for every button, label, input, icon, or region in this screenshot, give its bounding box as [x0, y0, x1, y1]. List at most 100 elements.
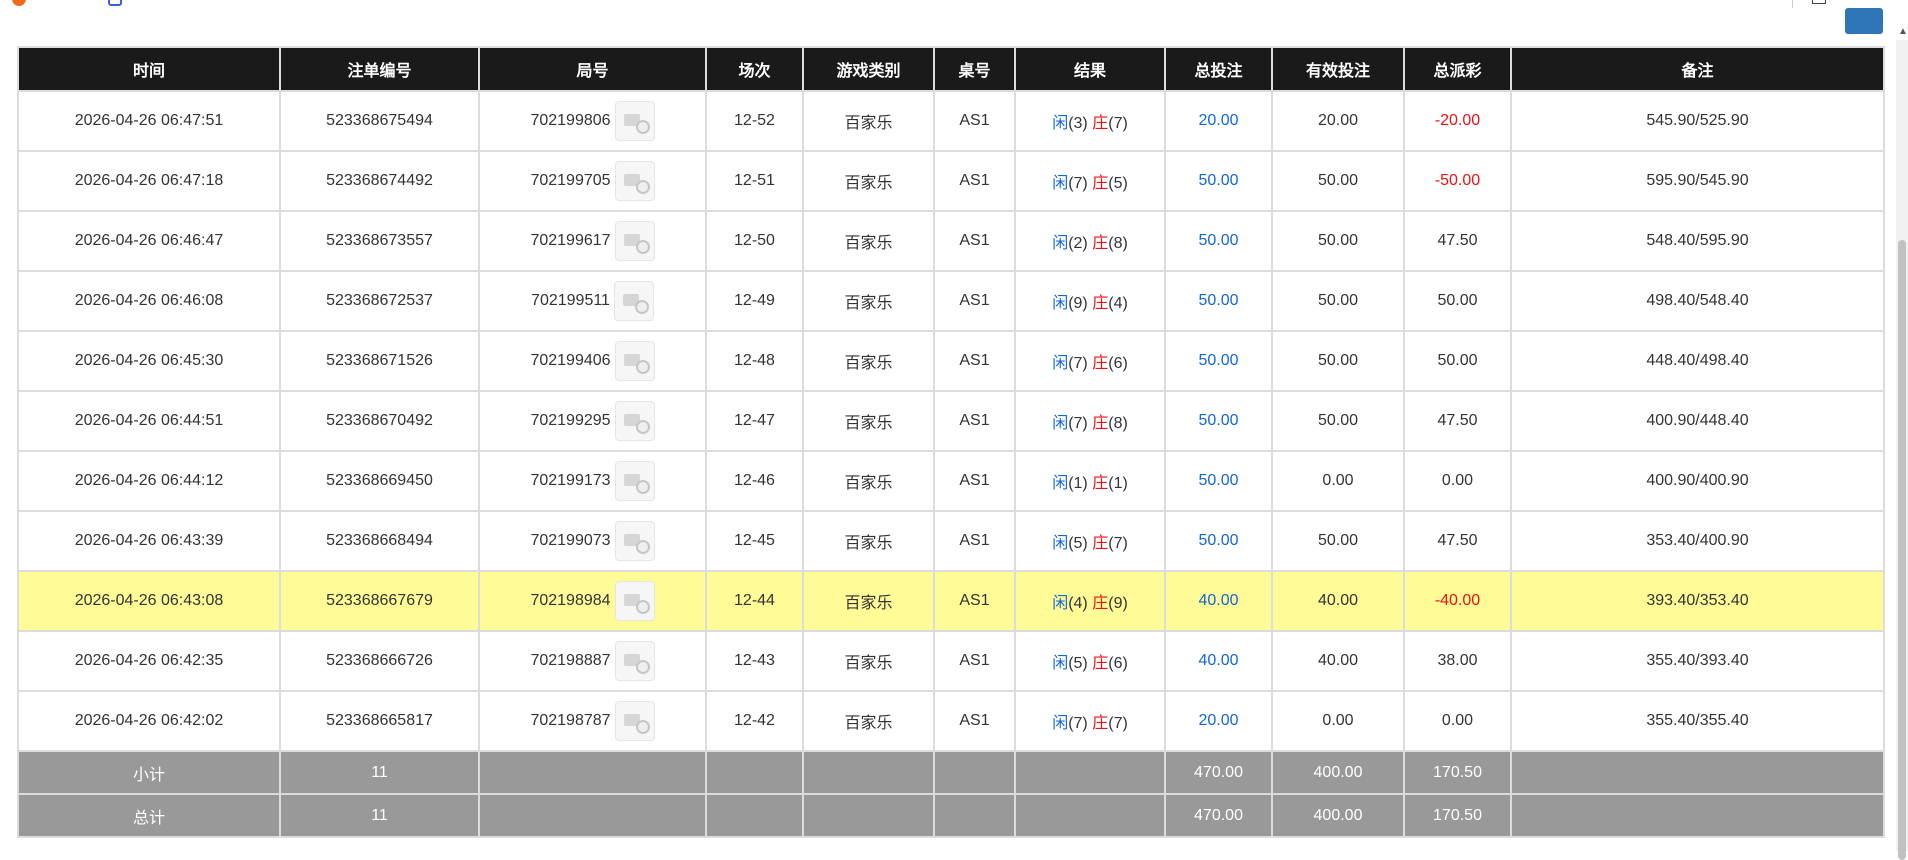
video-replay-icon[interactable]	[614, 101, 655, 141]
subtotal-payout: 170.50	[1403, 750, 1512, 795]
scroll-up-icon[interactable]: ▲	[1898, 26, 1908, 37]
col-header-bet-id: 注单编号	[279, 46, 480, 92]
cell-result: 闲(4) 庄(9)	[1014, 570, 1166, 632]
banker-label: 庄	[1092, 235, 1109, 252]
total-label: 总计	[17, 793, 281, 838]
video-replay-icon[interactable]	[614, 341, 655, 381]
banker-score: (1)	[1108, 475, 1128, 492]
bookmark-item[interactable]	[12, 0, 26, 6]
cell-game-type: 百家乐	[802, 450, 935, 512]
cell-game-type: 百家乐	[802, 390, 935, 452]
col-header-note: 备注	[1510, 46, 1885, 92]
baidu-favicon-icon	[108, 0, 122, 6]
cell-bet-id: 523368675494	[279, 90, 480, 152]
col-header-total-bet: 总投注	[1164, 46, 1273, 92]
col-header-time: 时间	[17, 46, 281, 92]
cell-bet-id: 523368667679	[279, 570, 480, 632]
cell-session: 12-50	[705, 210, 804, 272]
cell-table-no: AS1	[933, 270, 1016, 332]
total-total-bet: 470.00	[1164, 793, 1273, 838]
cell-bet-id: 523368672537	[279, 270, 480, 332]
video-replay-icon[interactable]	[614, 641, 655, 681]
player-label: 闲	[1052, 715, 1069, 732]
table-row[interactable]: 2026-04-26 06:42:02 523368665817 702198787…	[17, 690, 1885, 752]
video-replay-icon[interactable]	[614, 161, 655, 201]
video-replay-icon[interactable]	[614, 521, 655, 561]
player-label: 闲	[1052, 355, 1069, 372]
table-row[interactable]: 2026-04-26 06:42:35 523368666726 702198887…	[17, 630, 1885, 692]
subtotal-label: 小计	[17, 750, 281, 795]
table-row[interactable]: 2026-04-26 06:47:18 523368674492 702199705…	[17, 150, 1885, 212]
player-score: (2)	[1068, 235, 1088, 252]
round-no-text: 702199406	[530, 352, 611, 369]
table-row[interactable]: 2026-04-26 06:43:08 523368667679 702198984…	[17, 570, 1885, 632]
cell-bet-id: 523368669450	[279, 450, 480, 512]
cell-round-no: 702199406	[478, 330, 707, 392]
video-replay-icon[interactable]	[614, 221, 655, 261]
cell-session: 12-45	[705, 510, 804, 572]
col-header-round-no: 局号	[478, 46, 707, 92]
round-no-text: 702199617	[530, 232, 611, 249]
cell-session: 12-52	[705, 90, 804, 152]
banker-score: (7)	[1108, 115, 1128, 132]
table-row[interactable]: 2026-04-26 06:47:51 523368675494 702199806…	[17, 90, 1885, 152]
cell-note: 548.40/595.90	[1510, 210, 1885, 272]
table-row[interactable]: 2026-04-26 06:44:12 523368669450 702199173…	[17, 450, 1885, 512]
cell-game-type: 百家乐	[802, 630, 935, 692]
banker-score: (6)	[1108, 355, 1128, 372]
cell-result: 闲(7) 庄(5)	[1014, 150, 1166, 212]
bookmark-favicon-icon	[12, 0, 26, 6]
col-header-game-type: 游戏类别	[802, 46, 935, 92]
table-row[interactable]: 2026-04-26 06:46:08 523368672537 702199511…	[17, 270, 1885, 332]
cell-round-no: 702198984	[478, 570, 707, 632]
cell-session: 12-49	[705, 270, 804, 332]
total-row: 总计 11 470.00 400.00 170.50	[17, 793, 1885, 838]
cell-result: 闲(7) 庄(6)	[1014, 330, 1166, 392]
table-row[interactable]: 2026-04-26 06:46:47 523368673557 702199617…	[17, 210, 1885, 272]
round-no-text: 702199295	[530, 412, 611, 429]
cell-round-no: 702199073	[478, 510, 707, 572]
page-scrollbar[interactable]: ▲	[1896, 26, 1908, 860]
cell-bet-id: 523368666726	[279, 630, 480, 692]
cell-game-type: 百家乐	[802, 570, 935, 632]
cell-round-no: 702199806	[478, 90, 707, 152]
cell-table-no: AS1	[933, 510, 1016, 572]
player-label: 闲	[1052, 475, 1069, 492]
cell-time: 2026-04-26 06:47:51	[17, 90, 281, 152]
table-row[interactable]: 2026-04-26 06:45:30 523368671526 702199406…	[17, 330, 1885, 392]
banker-label: 庄	[1092, 415, 1109, 432]
cell-bet-id: 523368665817	[279, 690, 480, 752]
cell-game-type: 百家乐	[802, 90, 935, 152]
cell-note: 545.90/525.90	[1510, 90, 1885, 152]
cell-game-type: 百家乐	[802, 510, 935, 572]
banker-label: 庄	[1092, 475, 1109, 492]
action-button[interactable]	[1845, 8, 1883, 34]
cell-table-no: AS1	[933, 150, 1016, 212]
bookmark-item[interactable]	[108, 0, 122, 6]
subtotal-total-bet: 470.00	[1164, 750, 1273, 795]
scrollbar-thumb[interactable]	[1898, 240, 1906, 860]
round-no-text: 702199511	[531, 292, 610, 309]
player-score: (9)	[1068, 295, 1088, 312]
cell-payout: 50.00	[1403, 270, 1512, 332]
cell-total-bet: 20.00	[1164, 90, 1273, 152]
cell-total-bet: 50.00	[1164, 510, 1273, 572]
cell-note: 393.40/353.40	[1510, 570, 1885, 632]
cell-total-bet: 50.00	[1164, 450, 1273, 512]
video-replay-icon[interactable]	[614, 461, 655, 501]
player-label: 闲	[1052, 295, 1069, 312]
table-row[interactable]: 2026-04-26 06:44:51 523368670492 702199295…	[17, 390, 1885, 452]
player-score: (1)	[1068, 475, 1088, 492]
player-label: 闲	[1052, 595, 1069, 612]
cell-valid-bet: 50.00	[1271, 330, 1405, 392]
banker-label: 庄	[1092, 535, 1109, 552]
cell-session: 12-42	[705, 690, 804, 752]
video-replay-icon[interactable]	[613, 281, 654, 321]
cell-session: 12-48	[705, 330, 804, 392]
video-replay-icon[interactable]	[614, 701, 655, 741]
video-replay-icon[interactable]	[614, 581, 655, 621]
table-row[interactable]: 2026-04-26 06:43:39 523368668494 702199073…	[17, 510, 1885, 572]
cell-round-no: 702199511	[478, 270, 707, 332]
video-replay-icon[interactable]	[614, 401, 655, 441]
all-bookmarks-button[interactable]	[1812, 0, 1826, 6]
